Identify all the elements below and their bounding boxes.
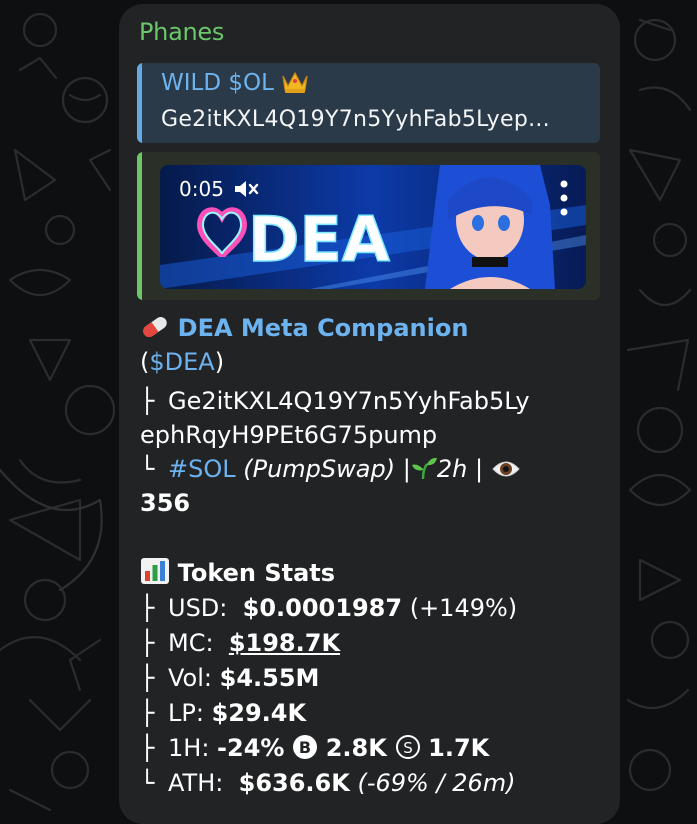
stat-ath: └ ATH: $636.6K (-69% / 26m) — [140, 767, 515, 800]
crown-icon — [281, 70, 309, 100]
h1-label: 1H: — [168, 734, 210, 762]
reply-text: Ge2itKXL4Q19Y7n5YyhFab5Lyep... — [161, 107, 550, 132]
seedling-icon — [411, 455, 437, 490]
contract-address-part1[interactable]: Ge2itKXL4Q19Y7n5YyhFab5Ly — [168, 387, 530, 415]
preview-accent-bar — [137, 152, 142, 300]
buys-b-icon: B — [292, 734, 318, 769]
ath-label: ATH: — [168, 769, 224, 797]
token-name-link[interactable]: DEA Meta Companion — [178, 314, 469, 342]
h1-buys: 2.8K — [325, 734, 387, 762]
tree-end: └ — [140, 455, 155, 483]
usd-label: USD: — [168, 594, 228, 622]
svg-text:B: B — [299, 738, 311, 757]
views-count: 356 — [140, 489, 191, 517]
tree-branch: ├ — [140, 594, 155, 622]
video-duration: 0:05 — [179, 177, 224, 201]
more-options-icon[interactable] — [556, 178, 572, 218]
ticker-close: ) — [214, 348, 225, 376]
eye-icon — [491, 457, 521, 490]
sender-name[interactable]: Phanes — [139, 18, 224, 46]
ticker-link[interactable]: $DEA — [149, 348, 214, 376]
ticker-line: ($DEA) — [140, 346, 224, 379]
chart-icon — [140, 557, 170, 594]
pill-icon — [140, 314, 170, 349]
stat-vol: ├ Vol: $4.55M — [140, 662, 319, 695]
h1-sells: 1.7K — [428, 734, 490, 762]
address-line-2: ephRqyH9PEt6G75pump — [140, 419, 437, 452]
stat-mc: ├ MC: $198.7K — [140, 627, 340, 660]
sells-s-icon: S — [395, 734, 421, 769]
stats-title: Token Stats — [177, 559, 336, 587]
address-line-1: ├ Ge2itKXL4Q19Y7n5YyhFab5Ly — [140, 385, 530, 418]
tree-branch: ├ — [140, 664, 155, 692]
tree-branch: ├ — [140, 699, 155, 727]
reply-title-text: WILD $OL — [161, 70, 274, 96]
reply-title: WILD $OL — [161, 70, 309, 100]
ath-detail: (-69% / 26m) — [357, 769, 516, 797]
reply-accent-bar — [137, 63, 142, 143]
tree-branch: ├ — [140, 629, 155, 657]
mc-label: MC: — [168, 629, 214, 657]
mc-value-link[interactable]: $198.7K — [229, 629, 340, 657]
reply-preview[interactable]: WILD $OL Ge2itKXL4Q19Y7n5YyhFab5Lyep... — [137, 63, 600, 143]
vol-value: $4.55M — [219, 664, 320, 692]
tree-end: └ — [140, 769, 155, 797]
banner-text: DEA — [248, 203, 390, 276]
svg-text:S: S — [403, 739, 413, 757]
separator: | — [474, 455, 484, 483]
usd-value: $0.0001987 — [242, 594, 403, 622]
lp-value: $29.4K — [211, 699, 307, 727]
muted-icon[interactable] — [233, 178, 261, 200]
stat-1h: ├ 1H: -24% B 2.8K S 1.7K — [140, 732, 489, 769]
token-title-line: DEA Meta Companion — [140, 312, 468, 349]
vol-label: Vol: — [168, 664, 212, 692]
stat-usd: ├ USD: $0.0001987 (+149%) — [140, 592, 517, 625]
tree-branch: ├ — [140, 387, 155, 415]
chain-line: └ #SOL (PumpSwap) | 2h | — [140, 453, 521, 490]
anime-character — [425, 165, 555, 289]
stats-header: Token Stats — [140, 557, 335, 594]
h1-change: -24% — [217, 734, 285, 762]
usd-change: (+149%) — [409, 594, 518, 622]
tree-branch: ├ — [140, 734, 155, 762]
ath-value: $636.6K — [238, 769, 350, 797]
chain-hashtag[interactable]: #SOL — [168, 455, 236, 483]
stat-lp: ├ LP: $29.4K — [140, 697, 306, 730]
contract-address-part2[interactable]: ephRqyH9PEt6G75pump — [140, 421, 437, 449]
ticker-open: ( — [140, 348, 150, 376]
lp-label: LP: — [168, 699, 204, 727]
token-age: 2h — [436, 455, 468, 483]
separator: | — [402, 455, 411, 483]
dex-name: (PumpSwap) — [243, 455, 396, 483]
